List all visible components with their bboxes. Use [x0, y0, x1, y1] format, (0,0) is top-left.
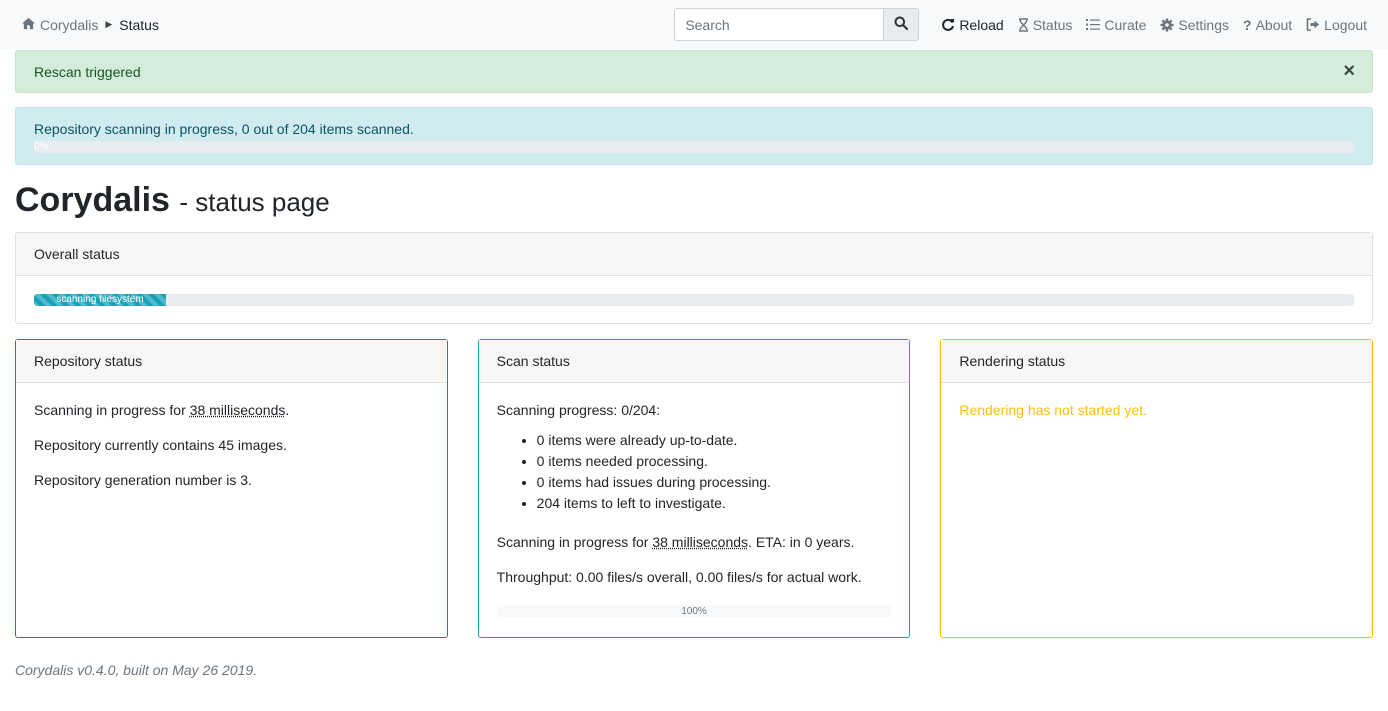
repository-generation: Repository generation number is 3. [34, 472, 252, 488]
gear-icon [1160, 18, 1174, 32]
footer-version: Corydalis v0.4.0, built on May 26 2019. [15, 662, 258, 678]
overall-status-header: Overall status [16, 233, 1372, 276]
scan-progress-bar: 0% [34, 141, 1354, 153]
repository-scan-prefix: Scanning in progress for [34, 402, 186, 418]
menu-reload-label: Reload [959, 16, 1004, 33]
list-item: 0 items were already up-to-date. [537, 430, 892, 451]
info-alert: Repository scanning in progress, 0 out o… [15, 107, 1373, 165]
rendering-status-header: Rendering status [941, 340, 1373, 383]
menu-status-label: Status [1032, 16, 1073, 33]
brand-label: Corydalis [40, 16, 99, 33]
repository-scan-suffix: . [285, 402, 290, 418]
menu-logout[interactable]: Logout [1306, 17, 1367, 33]
refresh-icon [941, 18, 955, 32]
scan-duration-prefix: Scanning in progress for [496, 534, 649, 550]
info-alert-text: Repository scanning in progress, 0 out o… [34, 121, 414, 137]
scan-item-list: 0 items were already up-to-date. 0 items… [497, 430, 892, 514]
success-alert-text: Rescan triggered [34, 63, 141, 80]
success-alert: Rescan triggered × [15, 50, 1373, 93]
top-navbar: Corydalis ▶ Status Reload Status [0, 0, 1388, 49]
scan-status-header: Scan status [478, 340, 910, 383]
rendering-status-card: Rendering status Rendering has not start… [940, 339, 1374, 638]
search-input[interactable] [674, 8, 884, 41]
question-icon: ? [1243, 16, 1252, 33]
scan-progress-text: Scanning progress: 0/204: [496, 402, 661, 418]
menu-settings-label: Settings [1178, 16, 1230, 33]
rendering-status-text: Rendering has not started yet. [959, 402, 1147, 418]
list-item: 0 items needed processing. [537, 451, 892, 472]
overall-progress-fill: scanning filesystem [34, 294, 166, 306]
menu-curate[interactable]: Curate [1086, 17, 1146, 33]
menu-about[interactable]: ? About [1243, 17, 1292, 33]
list-item: 0 items had issues during processing. [537, 472, 892, 493]
menu-settings[interactable]: Settings [1160, 17, 1229, 33]
sign-out-icon [1306, 18, 1320, 31]
overall-progress-bar: scanning filesystem [34, 294, 1354, 306]
scan-progress-label: 0% [34, 141, 49, 152]
overall-status-card: Overall status scanning filesystem [15, 232, 1373, 324]
scan-throughput: Throughput: 0.00 files/s overall, 0.00 f… [496, 569, 862, 585]
search-icon [894, 16, 909, 33]
scan-complete-progress-fill: 100% [496, 605, 892, 617]
breadcrumb-current: Status [119, 16, 159, 33]
scan-duration-eta: Scanning in progress for 38 milliseconds… [497, 535, 892, 549]
main-content: Rescan triggered × Repository scanning i… [0, 50, 1388, 678]
close-icon[interactable]: × [1343, 61, 1355, 81]
repository-status-header: Repository status [16, 340, 447, 383]
home-icon [21, 17, 36, 33]
scan-duration-abbr: 38 milliseconds [652, 534, 749, 550]
search-form [674, 8, 920, 41]
search-button[interactable] [883, 8, 920, 41]
caret-right-icon: ▶ [105, 19, 113, 29]
brand-link[interactable]: Corydalis [21, 17, 98, 33]
scan-status-card: Scan status Scanning progress: 0/204: 0 … [477, 339, 911, 638]
page-title: Corydalis - status page [15, 181, 1373, 221]
list-item: 204 items to left to investigate. [537, 493, 892, 514]
hourglass-icon [1018, 17, 1029, 32]
scan-complete-progress-bar: 100% [496, 605, 892, 617]
menu-logout-label: Logout [1324, 16, 1367, 33]
scan-eta: . ETA: in 0 years. [748, 534, 855, 550]
page-title-sub: - status page [179, 187, 330, 217]
menu-curate-label: Curate [1104, 16, 1147, 33]
menu-status[interactable]: Status [1018, 16, 1073, 33]
menu-about-label: About [1255, 16, 1293, 33]
repository-duration-abbr: 38 milliseconds [189, 402, 286, 418]
page-title-main: Corydalis [15, 181, 170, 219]
repository-scan-duration: Scanning in progress for 38 milliseconds… [34, 403, 429, 417]
tasks-icon [1086, 18, 1101, 31]
breadcrumb: Corydalis ▶ Status [21, 17, 159, 33]
repository-image-count: Repository currently contains 45 images. [34, 437, 287, 453]
menu-reload[interactable]: Reload [941, 16, 1004, 33]
repository-status-card: Repository status Scanning in progress f… [15, 339, 448, 638]
